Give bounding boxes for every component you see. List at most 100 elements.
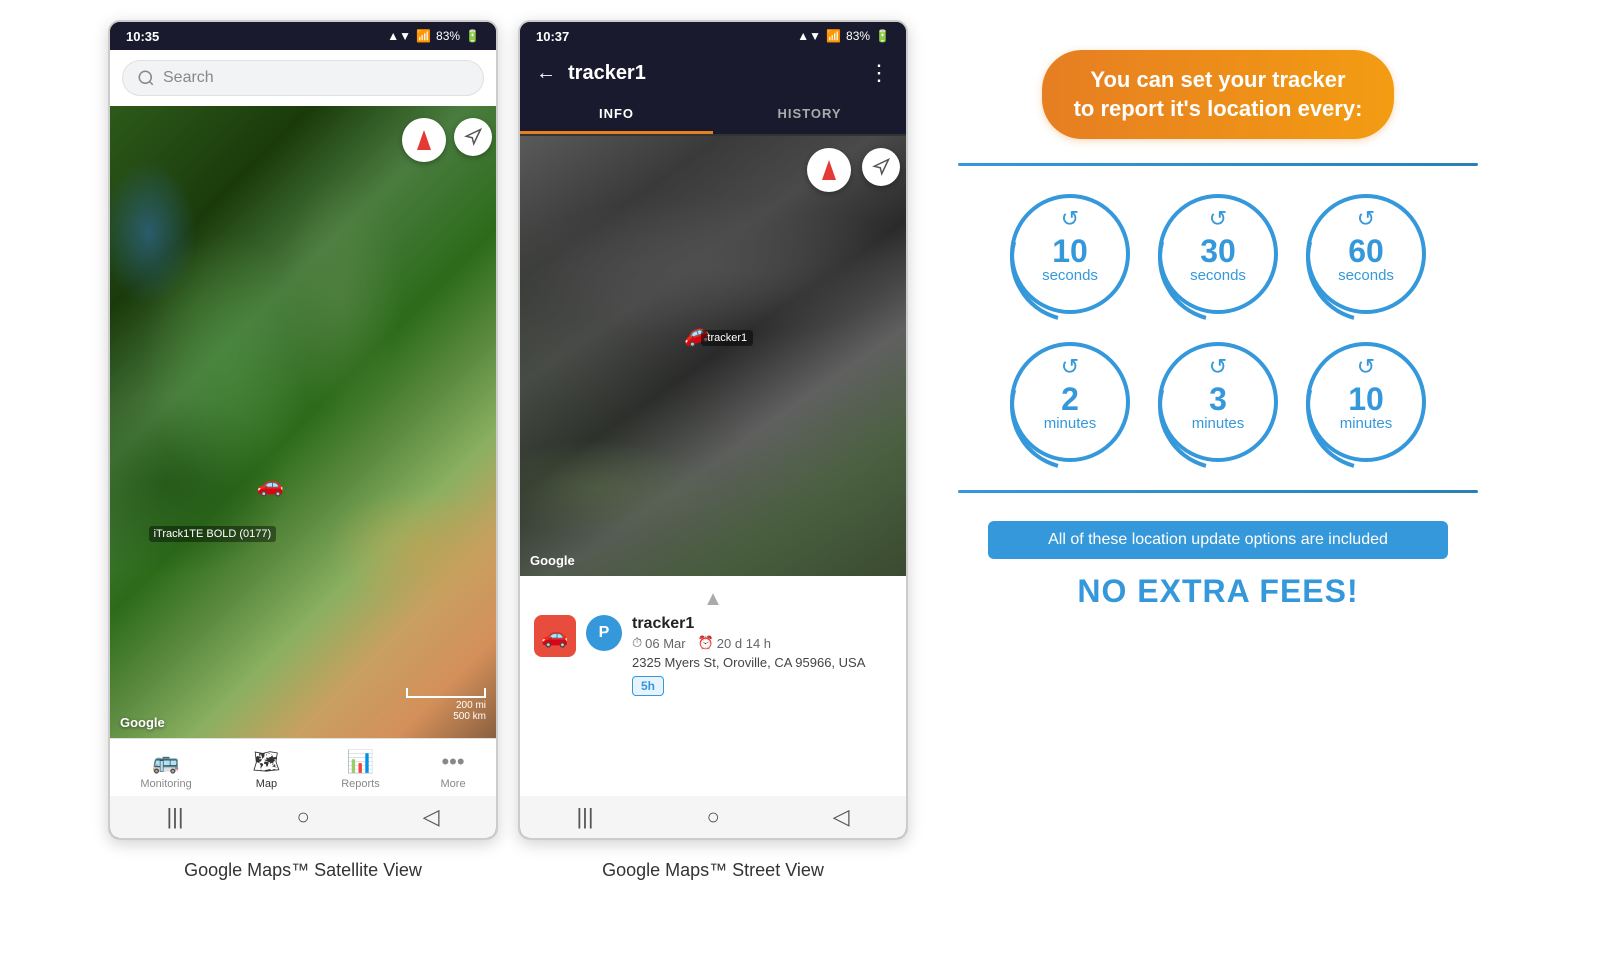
- phone2-wifi-icon: 📶: [826, 29, 841, 43]
- phone2-status-bar: 10:37 ▲▼ 📶 83% 🔋: [520, 22, 906, 50]
- back-arrow-icon[interactable]: ←: [536, 62, 556, 85]
- circle-arrow-10m-icon: ↺: [1357, 354, 1375, 380]
- circle-unit-3m: minutes: [1192, 415, 1245, 432]
- no-extra-fees-label: NO EXTRA FEES!: [1077, 573, 1358, 610]
- phone2-frame: 10:37 ▲▼ 📶 83% 🔋 ← tracker1 ⋮ INFO HISTO…: [518, 20, 908, 840]
- phone1-map[interactable]: 🚗 iTrack1TE BOLD (0177) Google 200 mi 50…: [110, 106, 496, 738]
- nav-label-more: More: [441, 778, 466, 790]
- phone2-system-recent[interactable]: |||: [546, 804, 623, 830]
- tab-history[interactable]: HISTORY: [713, 96, 906, 134]
- tracker-name-label: tracker1: [632, 615, 865, 633]
- circle-number-2m: 2: [1061, 383, 1079, 415]
- panel-up-arrow-icon: ▲: [534, 588, 892, 611]
- phone1-wifi-icon: 📶: [416, 29, 431, 43]
- phone1-system-back[interactable]: ◁: [393, 804, 470, 830]
- interval-header-line2: to report it's location every:: [1074, 96, 1363, 121]
- nav-label-monitoring: Monitoring: [140, 778, 191, 790]
- tracker-info-top: 🚗 P tracker1 ⏱ 06 Mar ⏰ 20 d 14 h 2325 M…: [534, 615, 892, 696]
- nav-label-map: Map: [256, 778, 277, 790]
- circle-unit-10m: minutes: [1340, 415, 1393, 432]
- phone1-system-recent[interactable]: |||: [136, 804, 213, 830]
- circle-arrow-3m-icon: ↺: [1209, 354, 1227, 380]
- phone2-battery-icon: 🔋: [875, 29, 890, 43]
- phone1-system-home[interactable]: ○: [266, 804, 339, 830]
- location-arrow-icon: [464, 128, 482, 146]
- circle-unit-30s: seconds: [1190, 267, 1246, 284]
- phone1-status-bar: 10:35 ▲▼ 📶 83% 🔋: [110, 22, 496, 50]
- circle-number-3m: 3: [1209, 383, 1227, 415]
- phone1-time: 10:35: [126, 29, 159, 44]
- phone2-signal-icon: ▲▼: [797, 29, 821, 43]
- interval-circle-60s: ↺ 60 seconds: [1306, 194, 1426, 314]
- phone2-location-button[interactable]: [862, 148, 900, 186]
- reports-icon: 📊: [347, 749, 374, 775]
- search-icon: [137, 69, 155, 87]
- phone1-scale-text: 200 mi: [406, 700, 486, 711]
- intervals-panel: You can set your tracker to report it's …: [928, 20, 1508, 630]
- tracker-title: tracker1: [568, 62, 856, 85]
- phone2-system-home[interactable]: ○: [676, 804, 749, 830]
- circle-unit-60s: seconds: [1338, 267, 1394, 284]
- phone2-google-logo: Google: [530, 553, 575, 568]
- phone1-google-logo: Google: [120, 715, 165, 730]
- phone2-battery-text: 83%: [846, 29, 870, 43]
- interval-row-1: ↺ 10 seconds ↺ 30 seconds ↺ 60 seconds: [1010, 194, 1426, 314]
- phone1-location-button[interactable]: [454, 118, 492, 156]
- nav-item-monitoring[interactable]: 🚌 Monitoring: [130, 747, 201, 792]
- interval-circle-2m: ↺ 2 minutes: [1010, 342, 1130, 462]
- tracker-time-badge: 5h: [632, 676, 664, 696]
- phone2-system-nav: ||| ○ ◁: [520, 796, 906, 838]
- circle-unit-10s: seconds: [1042, 267, 1098, 284]
- phone2-compass[interactable]: [807, 148, 851, 192]
- tracker-p-badge: P: [586, 615, 622, 651]
- phone1-scale-text2: 500 km: [406, 711, 486, 722]
- interval-divider-bottom: [958, 490, 1478, 493]
- phone1-caption: Google Maps™ Satellite View: [184, 860, 422, 881]
- phone2-tracker-header: ← tracker1 ⋮: [520, 50, 906, 96]
- more-icon: •••: [441, 749, 464, 775]
- phone2-container: 10:37 ▲▼ 📶 83% 🔋 ← tracker1 ⋮ INFO HISTO…: [518, 20, 908, 881]
- phone1-search-container: Search: [110, 50, 496, 106]
- tracker-menu-icon[interactable]: ⋮: [868, 60, 890, 86]
- phone1-status-icons: ▲▼ 📶 83% 🔋: [387, 29, 480, 43]
- phone1-search-bar[interactable]: Search: [122, 60, 484, 96]
- phone2-system-back[interactable]: ◁: [803, 804, 880, 830]
- phone1-bottom-nav: 🚌 Monitoring 🗺 Map 📊 Reports ••• More: [110, 738, 496, 796]
- interval-row-2: ↺ 2 minutes ↺ 3 minutes ↺ 10 minutes: [1010, 342, 1426, 462]
- interval-header-banner: You can set your tracker to report it's …: [1042, 50, 1395, 139]
- phone1-compass[interactable]: [402, 118, 446, 162]
- tracker-duration-icon: ⏰ 20 d 14 h: [698, 635, 771, 651]
- phone2-caption: Google Maps™ Street View: [602, 860, 824, 881]
- circle-arrow-2m-icon: ↺: [1061, 354, 1079, 380]
- interval-included-banner: All of these location update options are…: [988, 521, 1448, 559]
- tab-info[interactable]: INFO: [520, 96, 713, 134]
- circle-number-10s: 10: [1052, 235, 1088, 267]
- tracker-meta: ⏱ 06 Mar ⏰ 20 d 14 h: [632, 635, 865, 651]
- nav-item-map[interactable]: 🗺 Map: [243, 747, 291, 792]
- phone1-tracker-marker: 🚗: [257, 472, 284, 498]
- circle-number-10m: 10: [1348, 383, 1384, 415]
- phone2-tracker-label: tracker1: [701, 330, 753, 346]
- phone2-map[interactable]: 🚗 tracker1 Google: [520, 136, 906, 576]
- phone1-signal-icon: ▲▼: [387, 29, 411, 43]
- street-compass-arrow-icon: [822, 160, 836, 180]
- search-placeholder: Search: [163, 69, 214, 87]
- phone1-battery-icon: 🔋: [465, 29, 480, 43]
- interval-circle-3m: ↺ 3 minutes: [1158, 342, 1278, 462]
- street-location-arrow-icon: [872, 158, 890, 176]
- compass-arrow-icon: [417, 130, 431, 150]
- phone1-system-nav: ||| ○ ◁: [110, 796, 496, 838]
- tracker-info-details: tracker1 ⏱ 06 Mar ⏰ 20 d 14 h 2325 Myers…: [632, 615, 865, 696]
- phone2-tabs: INFO HISTORY: [520, 96, 906, 136]
- phone1-scale-bar: [406, 688, 486, 698]
- tracker-car-icon: 🚗: [534, 615, 576, 657]
- nav-item-more[interactable]: ••• More: [431, 747, 476, 792]
- circle-unit-2m: minutes: [1044, 415, 1097, 432]
- circle-arrow-60s-icon: ↺: [1357, 206, 1375, 232]
- nav-item-reports[interactable]: 📊 Reports: [331, 747, 390, 792]
- monitoring-icon: 🚌: [152, 749, 179, 775]
- interval-divider-top: [958, 163, 1478, 166]
- phone1-battery-text: 83%: [436, 29, 460, 43]
- interval-header-line1: You can set your tracker: [1090, 67, 1345, 92]
- map-icon: 🗺: [253, 749, 281, 775]
